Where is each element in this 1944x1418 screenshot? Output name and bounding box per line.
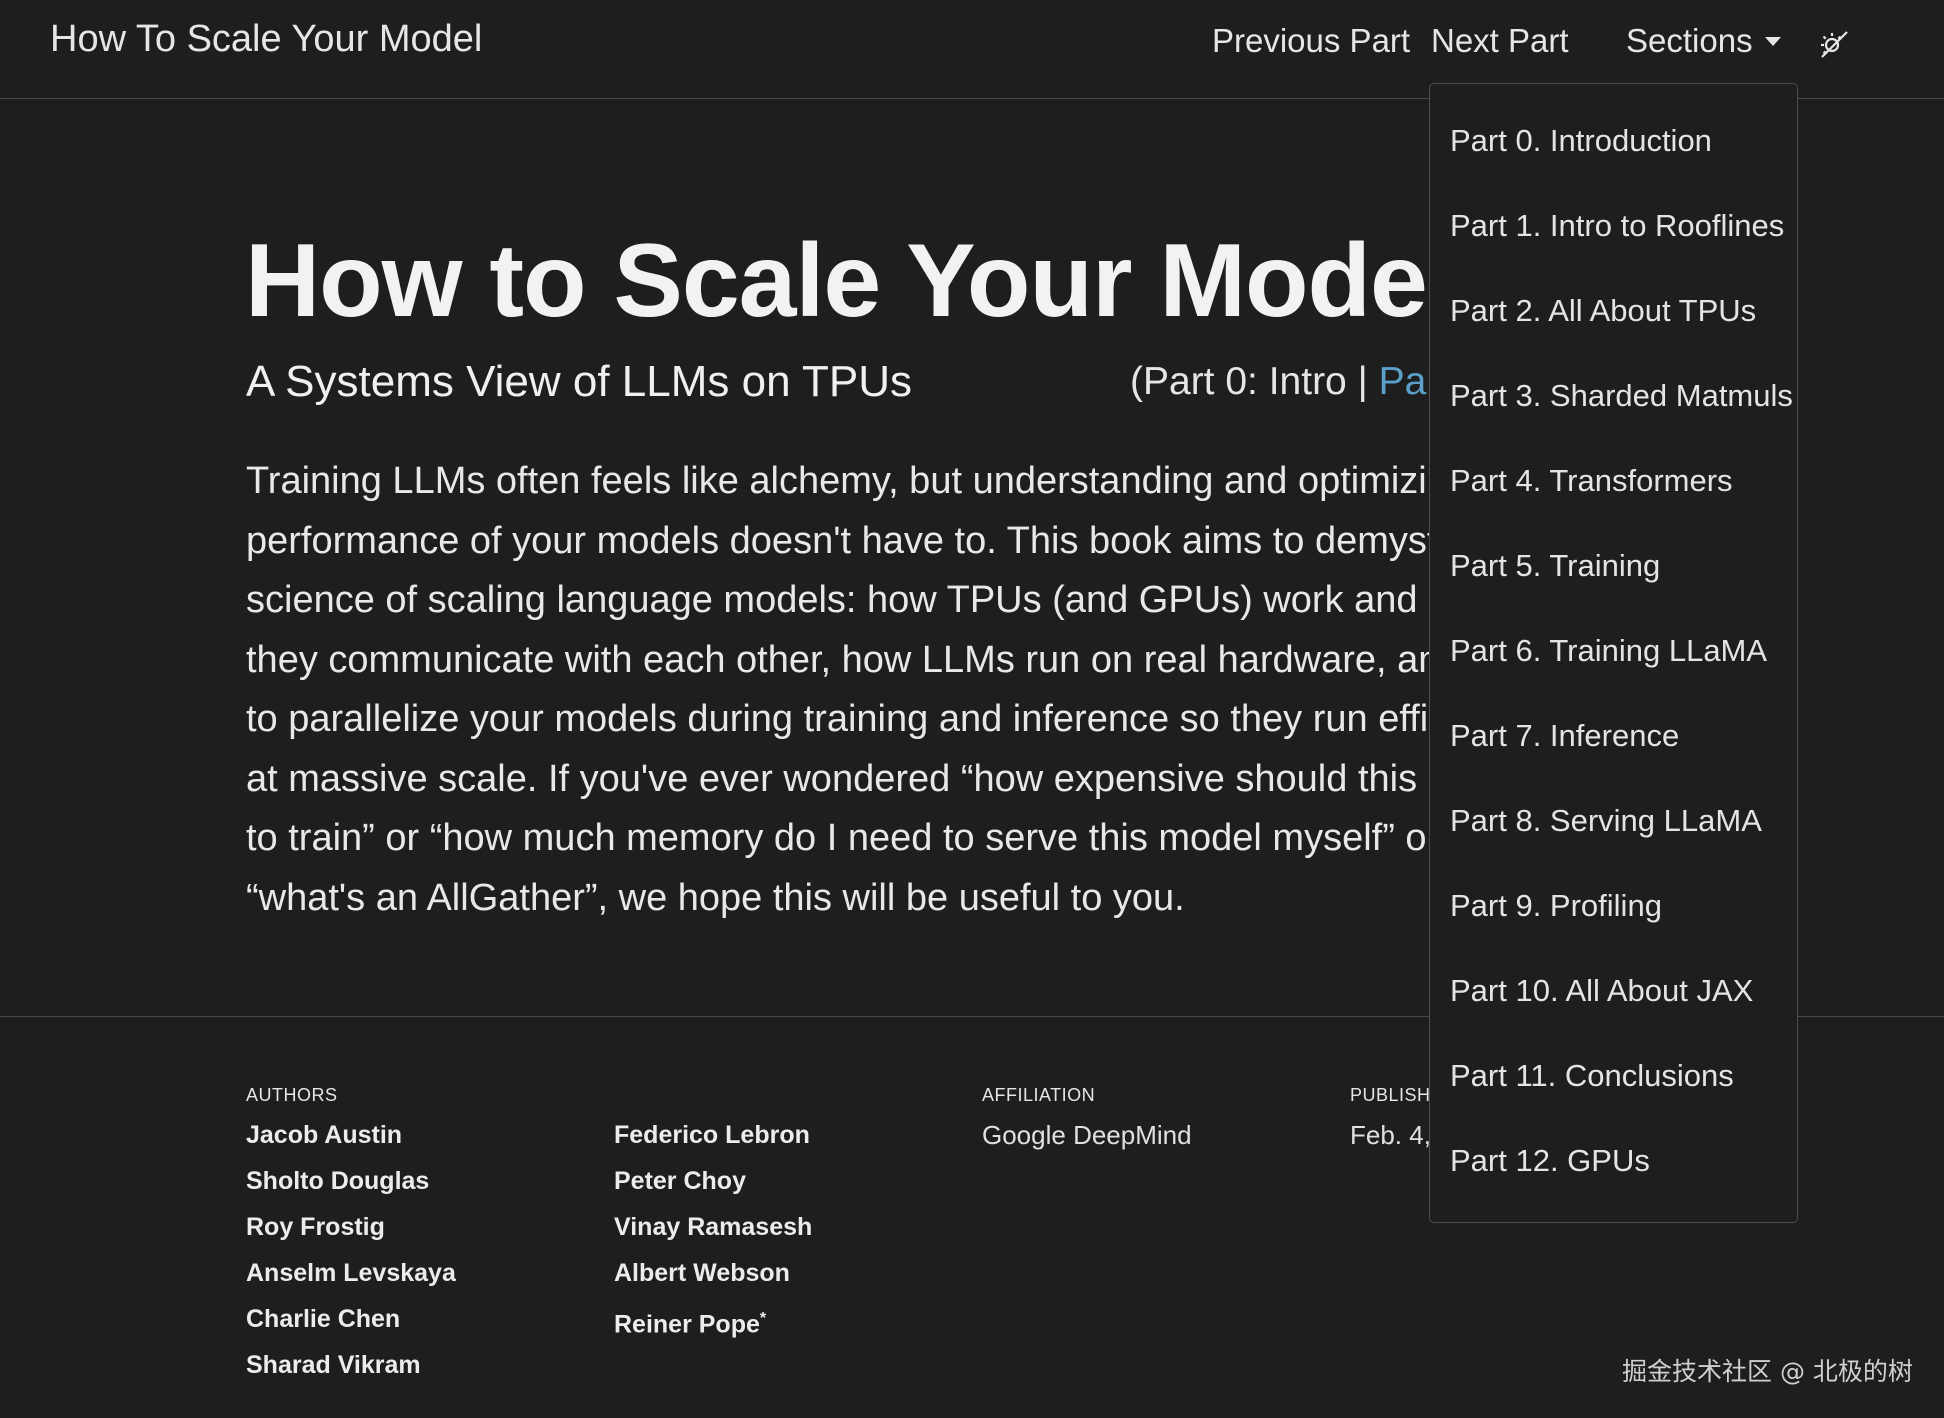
section-menu-item[interactable]: Part 0. Introduction <box>1450 123 1712 159</box>
author-footnote-mark: * <box>759 1310 767 1327</box>
section-menu-item[interactable]: Part 12. GPUs <box>1450 1143 1650 1179</box>
author-name[interactable]: Albert Webson <box>614 1256 812 1302</box>
sections-dropdown-toggle[interactable]: Sections <box>1626 22 1753 60</box>
section-menu-item[interactable]: Part 8. Serving LLaMA <box>1450 803 1762 839</box>
author-name-with-mark[interactable]: Reiner Pope* <box>614 1302 812 1348</box>
authors-label: AUTHORS <box>246 1085 338 1105</box>
watermark: 掘金技术社区 @ 北极的树 <box>1622 1357 1913 1386</box>
affiliation-value: Google DeepMind <box>982 1120 1192 1150</box>
author-name[interactable]: Charlie Chen <box>246 1302 456 1348</box>
sections-dropdown-menu: Part 0. Introduction Part 1. Intro to Ro… <box>1429 83 1798 1223</box>
author-name[interactable]: Vinay Ramasesh <box>614 1210 812 1256</box>
page: How To Scale Your Model Previous Part Ne… <box>0 0 1944 1418</box>
section-menu-item[interactable]: Part 2. All About TPUs <box>1450 293 1756 329</box>
author-name[interactable]: Sharad Vikram <box>246 1348 456 1394</box>
section-menu-item[interactable]: Part 10. All About JAX <box>1450 973 1753 1009</box>
section-menu-item[interactable]: Part 11. Conclusions <box>1450 1058 1734 1094</box>
section-menu-item[interactable]: Part 5. Training <box>1450 548 1660 584</box>
section-menu-item[interactable]: Part 7. Inference <box>1450 718 1679 754</box>
section-menu-item[interactable]: Part 3. Sharded Matmuls <box>1450 378 1793 414</box>
site-title[interactable]: How To Scale Your Model <box>50 18 482 61</box>
author-name[interactable]: Roy Frostig <box>246 1210 456 1256</box>
caret-down-icon[interactable] <box>1765 37 1781 46</box>
section-menu-item[interactable]: Part 6. Training LLaMA <box>1450 633 1767 669</box>
affiliation-label: AFFILIATION <box>982 1085 1096 1105</box>
part-nav-prefix: (Part 0: Intro | <box>1130 360 1379 403</box>
next-part-link[interactable]: Next Part <box>1431 22 1569 60</box>
section-menu-item[interactable]: Part 9. Profiling <box>1450 888 1662 924</box>
author-name[interactable]: Jacob Austin <box>246 1118 456 1164</box>
section-menu-item[interactable]: Part 1. Intro to Rooflines <box>1450 208 1784 244</box>
page-title: How to Scale Your Model <box>245 223 1456 339</box>
author-name: Reiner Pope <box>614 1310 760 1339</box>
brightness-toggle-icon[interactable] <box>1818 28 1850 60</box>
section-menu-item[interactable]: Part 4. Transformers <box>1450 463 1733 499</box>
author-name[interactable]: Sholto Douglas <box>246 1164 456 1210</box>
author-name[interactable]: Anselm Levskaya <box>246 1256 456 1302</box>
authors-column-1: Jacob Austin Sholto Douglas Roy Frostig … <box>246 1118 456 1394</box>
authors-column-2: Federico Lebron Peter Choy Vinay Ramases… <box>614 1118 812 1348</box>
previous-part-link[interactable]: Previous Part <box>1212 22 1410 60</box>
author-name[interactable]: Federico Lebron <box>614 1118 812 1164</box>
page-subtitle: A Systems View of LLMs on TPUs <box>246 357 912 406</box>
author-name[interactable]: Peter Choy <box>614 1164 812 1210</box>
intro-paragraph: Training LLMs often feels like alchemy, … <box>246 460 1555 919</box>
